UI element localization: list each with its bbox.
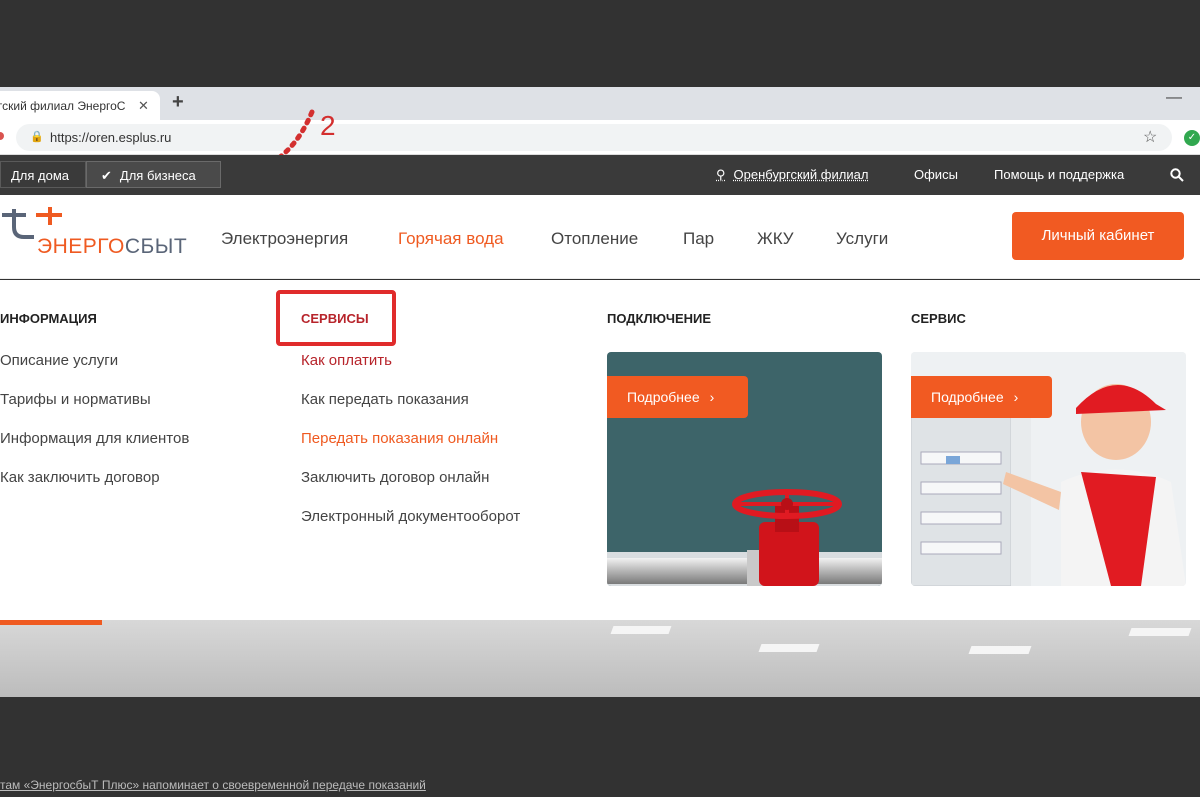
services-link-contract-online[interactable]: Заключить договор онлайн [301,469,489,486]
nav-steam[interactable]: Пар [683,229,714,249]
chevron-right-icon: › [709,389,715,405]
services-link-submit-online[interactable]: Передать показания онлайн [301,430,498,447]
ceiling-lamp [1128,628,1192,636]
services-link-how-to-submit[interactable]: Как передать показания [301,391,469,408]
site-top-bar: Для дома ✔ Для бизнеса ⚲ Оренбургский фили… [0,155,1200,195]
info-link-contract[interactable]: Как заключить договор [0,469,160,486]
chevron-right-icon: › [1013,389,1019,405]
connection-more-label: Подробнее [627,389,700,405]
nav-housing[interactable]: ЖКУ [757,229,794,249]
ceiling-lamp [610,626,672,634]
info-link-clients[interactable]: Информация для клиентов [0,430,189,447]
search-icon[interactable] [1170,168,1184,182]
service-more-button[interactable]: Подробнее › [911,376,1052,418]
nav-hot-water[interactable]: Горячая вода [398,229,504,249]
logo-part2: СБЫТ [124,235,188,258]
connection-card[interactable]: Подробнее › [607,352,882,586]
connection-more-button[interactable]: Подробнее › [607,376,748,418]
for-home-toggle[interactable]: Для дома [0,161,86,188]
service-card[interactable]: Подробнее › [911,352,1186,586]
personal-cabinet-button[interactable]: Личный кабинет [1012,212,1184,260]
help-link[interactable]: Помощь и поддержка [994,167,1124,182]
services-link-how-to-pay[interactable]: Как оплатить [301,352,392,369]
info-link-description[interactable]: Описание услуги [0,352,118,369]
logo-wordmark[interactable]: ЭНЕРГОСБЫТ [37,235,187,259]
service-column-title: СЕРВИС [911,311,966,326]
location-pin-icon: ⚲ [716,167,726,182]
nav-services[interactable]: Услуги [836,229,888,249]
mega-menu: ИНФОРМАЦИЯ Описание услуги Тарифы и норм… [0,280,1200,620]
ceiling-lamp [758,644,820,652]
footer-caption[interactable]: там «ЭнергосбыТ Плюс» напоминает о своев… [0,778,426,792]
for-business-toggle[interactable]: ✔ Для бизнеса [86,161,221,188]
info-link-tariffs[interactable]: Тарифы и нормативы [0,391,151,408]
region-label: Оренбургский филиал [733,167,869,182]
site-header: ЭНЕРГОСБЫТ Электроэнергия Горячая вода О… [0,195,1200,279]
services-link-edo[interactable]: Электронный документооборот [301,508,520,525]
logo-part1: ЭНЕРГО [37,235,125,258]
nav-heating[interactable]: Отопление [551,229,638,249]
offices-link[interactable]: Офисы [914,167,958,182]
service-more-label: Подробнее [931,389,1004,405]
nav-electricity[interactable]: Электроэнергия [221,229,348,249]
hero-background [0,620,1200,697]
info-column-title: ИНФОРМАЦИЯ [0,311,97,326]
hero-accent-bar [0,620,102,625]
annotation-number: 2 [320,110,336,141]
connection-column-title: ПОДКЛЮЧЕНИЕ [607,311,712,326]
for-business-label: Для бизнеса [119,168,196,183]
check-icon: ✔ [101,168,112,183]
ceiling-lamp [968,646,1032,654]
services-column-title: СЕРВИСЫ [301,311,369,326]
region-selector[interactable]: ⚲ Оренбургский филиал [716,167,868,183]
